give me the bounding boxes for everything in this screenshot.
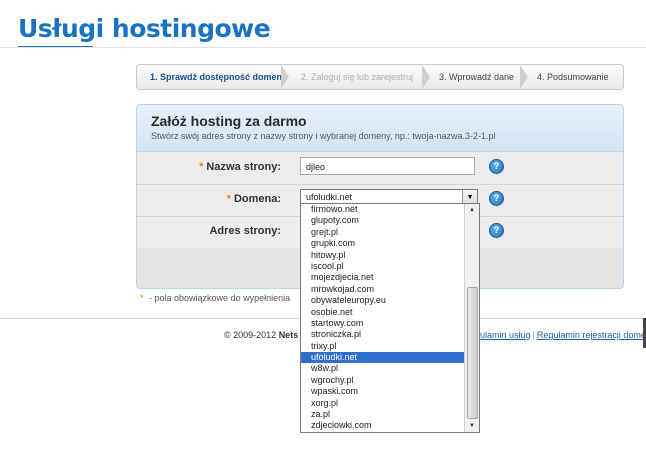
step-separator	[520, 65, 528, 89]
help-icon[interactable]: ?	[489, 223, 504, 238]
site-name-label: * Nazwa strony:	[199, 161, 281, 173]
form-title: Załóż hosting za darmo	[151, 113, 307, 129]
required-note: * - pola obowiązkowe do wypełnienia	[140, 293, 290, 303]
domain-option[interactable]: xorg.pl	[301, 398, 465, 409]
domain-option[interactable]: w8w.pl	[301, 363, 465, 374]
copyright-brand: Nets	[278, 330, 299, 340]
site-name-input[interactable]: djleo	[300, 157, 475, 175]
dropdown-scrollbar[interactable]: ▲ ▼	[464, 204, 479, 432]
domain-registration-terms-link[interactable]: Regulamin rejestracji domen	[537, 330, 646, 340]
help-icon[interactable]: ?	[489, 159, 504, 174]
step-separator	[422, 65, 430, 89]
domain-label: * Domena:	[227, 193, 281, 205]
domain-label-text: Domena:	[233, 193, 281, 205]
domain-option[interactable]: wgrochy.pl	[301, 375, 465, 386]
step-login: 2. Zaloguj się lub zarejestruj	[301, 72, 414, 82]
domain-option[interactable]: trixy.pl	[301, 341, 465, 352]
step-summary: 4. Podsumowanie	[537, 72, 609, 82]
copyright-text: © 2009-2012	[224, 330, 279, 340]
site-name-label-text: Nazwa strony:	[206, 161, 281, 173]
page-title: Usługi hostingowe	[18, 14, 271, 43]
footer-links: ulamin usług | Regulamin rejestracji domen	[480, 330, 646, 340]
domain-option[interactable]: mojezdjecia.net	[301, 272, 465, 283]
domain-option[interactable]: ufoludki.net	[301, 352, 465, 364]
form-subtitle: Stwórz swój adres strony z nazwy strony …	[151, 131, 496, 141]
domain-option[interactable]: obywateleuropy.eu	[301, 295, 465, 306]
domain-option[interactable]: startowy.com	[301, 318, 465, 329]
required-note-text: - pola obowiązkowe do wypełnienia	[146, 293, 291, 303]
required-mark: *	[199, 161, 204, 173]
domain-option[interactable]: glupoty.com	[301, 215, 465, 226]
step-check-domain: 1. Sprawdź dostępność domeny	[150, 72, 288, 82]
address-label: Adres strony:	[209, 225, 281, 237]
domain-option[interactable]: firmowo.net	[301, 204, 465, 215]
scroll-up-icon[interactable]: ▲	[465, 204, 479, 216]
domain-option[interactable]: za.pl	[301, 409, 465, 420]
copyright: © 2009-2012 Nets	[224, 330, 298, 340]
domain-option[interactable]: grejt.pl	[301, 227, 465, 238]
domain-dropdown-list[interactable]: firmowo.net glupoty.com grejt.pl grupki.com…	[300, 203, 480, 433]
domain-options: firmowo.net glupoty.com grejt.pl grupki.com…	[301, 204, 465, 432]
terms-link[interactable]: ulamin usług	[480, 330, 531, 340]
form-header: Załóż hosting za darmo Stwórz swój adres…	[137, 105, 623, 152]
scroll-down-icon[interactable]: ▼	[465, 420, 479, 432]
required-mark: *	[226, 193, 231, 205]
domain-option[interactable]: stroniczka.pl	[301, 329, 465, 340]
scrollbar-thumb[interactable]	[467, 287, 478, 419]
domain-option[interactable]: grupki.com	[301, 238, 465, 249]
link-separator: |	[532, 330, 535, 340]
domain-option[interactable]: wpaski.com	[301, 386, 465, 397]
help-icon[interactable]: ?	[489, 191, 504, 206]
header-divider	[0, 47, 646, 48]
row-site-name: * Nazwa strony: djleo ?	[137, 152, 623, 185]
progress-steps: 1. Sprawdź dostępność domeny 2. Zaloguj …	[136, 64, 624, 90]
required-mark: *	[140, 293, 144, 303]
domain-option[interactable]: mrowkojad.com	[301, 284, 465, 295]
domain-option[interactable]: osobie.net	[301, 307, 465, 318]
step-separator	[281, 65, 289, 89]
domain-option[interactable]: iscool.pl	[301, 261, 465, 272]
step-enter-data: 3. Wprowadź dane	[439, 72, 515, 82]
domain-option[interactable]: hitowy.pl	[301, 250, 465, 261]
domain-option[interactable]: zdjeciowki.com	[301, 420, 465, 431]
domain-select-value: ufoludki.net	[306, 192, 353, 202]
